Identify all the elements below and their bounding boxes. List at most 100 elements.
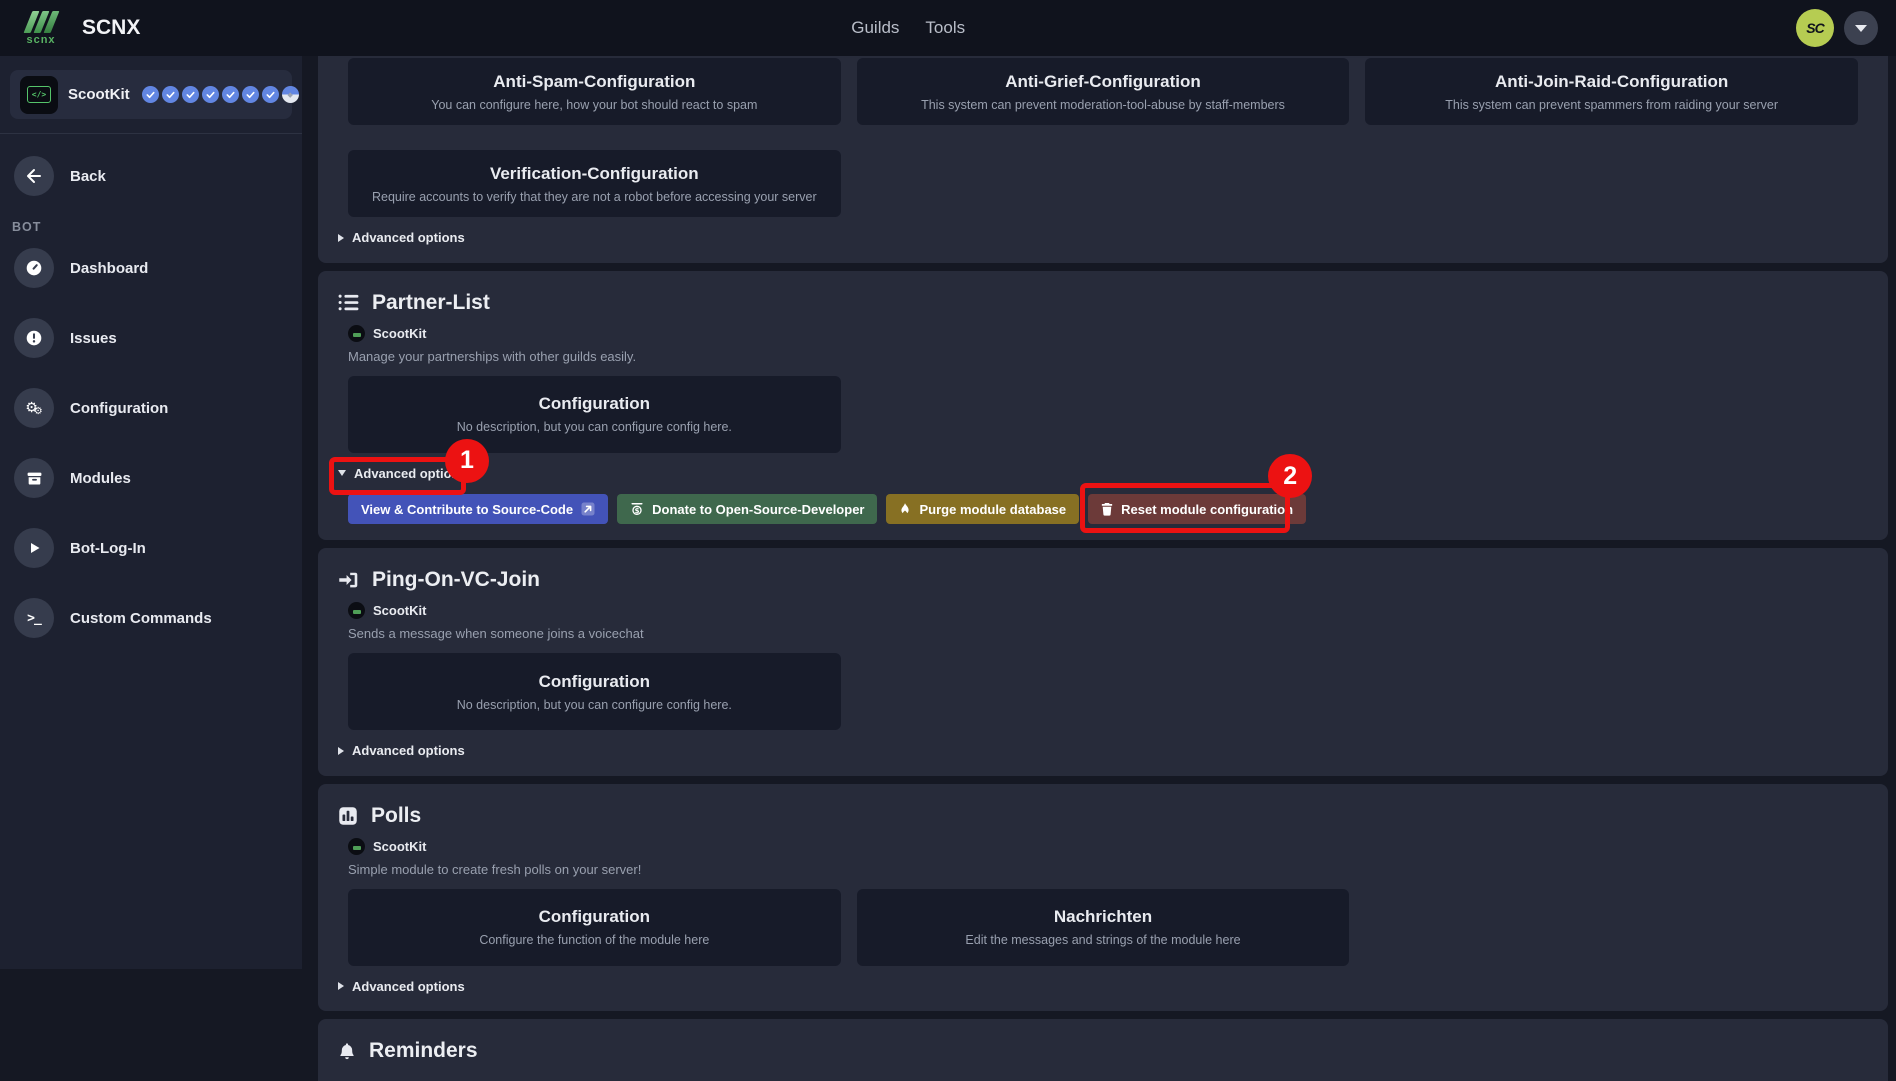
sidebar-section-label: BOT <box>12 220 294 234</box>
card-title: Verification-Configuration <box>364 164 825 184</box>
advanced-options-label: Advanced options <box>352 743 465 758</box>
bell-icon <box>338 1041 356 1061</box>
section-header: Ping-On-VC-Join <box>338 568 1868 592</box>
list-icon <box>338 293 359 312</box>
module-card-configuration[interactable]: Configuration Configure the function of … <box>348 889 841 966</box>
module-description: Sends a message when someone joins a voi… <box>348 626 1868 641</box>
card-title: Nachrichten <box>873 907 1334 927</box>
section-header: Reminders <box>338 1039 1868 1063</box>
verified-badge-icon <box>162 86 179 103</box>
advanced-options-toggle[interactable]: Advanced options <box>338 230 465 245</box>
box-archive-icon <box>14 458 54 498</box>
card-desc: Require accounts to verify that they are… <box>364 190 825 204</box>
card-desc: You can configure here, how your bot sho… <box>364 98 825 112</box>
sidebar-item-label: Modules <box>70 470 131 487</box>
scnx-logo-icon: scnx <box>18 8 64 48</box>
nav-links: Guilds Tools <box>851 18 1085 38</box>
main-content: Anti-Spam-Configuration You can configur… <box>318 56 1888 1081</box>
sidebar-item-configuration[interactable]: ⚙⚙ Configuration <box>8 380 294 436</box>
module-description: Manage your partnerships with other guil… <box>348 349 1868 364</box>
card-title: Configuration <box>364 394 825 414</box>
card-desc: Configure the function of the module her… <box>364 933 825 947</box>
card-title: Configuration <box>364 672 825 692</box>
module-card-verification[interactable]: Verification-Configuration Require accou… <box>348 150 841 217</box>
module-panel-polls: Polls ScootKit Simple module to create f… <box>318 784 1888 1012</box>
brand-title: SCNX <box>82 16 140 40</box>
card-desc: This system can prevent spammers from ra… <box>1381 98 1842 112</box>
back-label: Back <box>70 168 106 185</box>
card-desc: Edit the messages and strings of the mod… <box>873 933 1334 947</box>
sidebar-divider <box>0 133 302 134</box>
verified-badge-icon <box>262 86 279 103</box>
card-title: Configuration <box>364 907 825 927</box>
purge-database-button[interactable]: Purge module database <box>886 494 1079 524</box>
card-desc: No description, but you can configure co… <box>364 698 825 712</box>
exclamation-circle-icon <box>14 318 54 358</box>
card-title: Anti-Join-Raid-Configuration <box>1381 72 1842 92</box>
user-avatar[interactable]: SC <box>1796 9 1834 47</box>
donate-icon: $ <box>630 502 644 516</box>
module-card-anti-spam[interactable]: Anti-Spam-Configuration You can configur… <box>348 58 841 125</box>
caret-right-icon <box>338 234 344 242</box>
scootkit-avatar <box>348 838 365 855</box>
module-card-configuration[interactable]: Configuration No description, but you ca… <box>348 376 841 453</box>
sign-in-icon <box>338 571 359 589</box>
guild-card[interactable]: </> ScootKit ◆ <box>10 70 292 119</box>
nav-right: SC <box>1796 9 1878 47</box>
sidebar: </> ScootKit ◆ Back BOT Dashboard Issues <box>0 56 302 969</box>
sidebar-item-modules[interactable]: Modules <box>8 450 294 506</box>
user-menu-button[interactable] <box>1844 11 1878 45</box>
author-name: ScootKit <box>373 326 426 341</box>
brand[interactable]: scnx SCNX <box>18 8 140 48</box>
sidebar-item-bot-log-in[interactable]: Bot-Log-In <box>8 520 294 576</box>
guild-icon: </> <box>20 76 58 114</box>
advanced-options-toggle[interactable]: Advanced options <box>338 743 465 758</box>
reset-annotation-wrapper: 2 Reset module configuration <box>1088 494 1306 524</box>
section-title: Polls <box>371 804 421 828</box>
verified-badge-icon <box>142 86 159 103</box>
module-panel-reminders: Reminders <box>318 1019 1888 1081</box>
advanced-options-toggle-expanded[interactable]: 1 Advanced options <box>338 466 467 481</box>
sidebar-item-label: Dashboard <box>70 260 148 277</box>
card-title: Anti-Grief-Configuration <box>873 72 1334 92</box>
verified-badge-icon <box>202 86 219 103</box>
section-header: Polls <box>338 804 1868 828</box>
button-label: Purge module database <box>919 502 1066 517</box>
annotation-circle-2: 2 <box>1268 454 1312 498</box>
card-desc: No description, but you can configure co… <box>364 420 825 434</box>
button-label: Donate to Open-Source-Developer <box>652 502 864 517</box>
advanced-options-toggle[interactable]: Advanced options <box>338 979 465 994</box>
gauge-icon <box>14 248 54 288</box>
sidebar-item-custom-commands[interactable]: >_ Custom Commands <box>8 590 294 646</box>
back-button[interactable]: Back <box>8 148 294 204</box>
sidebar-item-dashboard[interactable]: Dashboard <box>8 240 294 296</box>
guild-name: ScootKit <box>68 86 130 103</box>
source-code-button[interactable]: View & Contribute to Source-Code <box>348 494 608 524</box>
sidebar-item-label: Issues <box>70 330 117 347</box>
caret-right-icon <box>338 747 344 755</box>
card-desc: This system can prevent moderation-tool-… <box>873 98 1334 112</box>
sidebar-item-label: Configuration <box>70 400 168 417</box>
reset-configuration-button[interactable]: Reset module configuration <box>1088 494 1306 524</box>
module-card-anti-join-raid[interactable]: Anti-Join-Raid-Configuration This system… <box>1365 58 1858 125</box>
section-header: Partner-List <box>338 291 1868 315</box>
gears-icon: ⚙⚙ <box>14 388 54 428</box>
nav-link-guilds[interactable]: Guilds <box>851 18 899 38</box>
author-name: ScootKit <box>373 839 426 854</box>
chevron-down-icon <box>1855 25 1867 32</box>
module-card-configuration[interactable]: Configuration No description, but you ca… <box>348 653 841 730</box>
donate-button[interactable]: $ Donate to Open-Source-Developer <box>617 494 877 524</box>
module-card-nachrichten[interactable]: Nachrichten Edit the messages and string… <box>857 889 1350 966</box>
sidebar-item-issues[interactable]: Issues <box>8 310 294 366</box>
module-card-anti-grief[interactable]: Anti-Grief-Configuration This system can… <box>857 58 1350 125</box>
guild-badges: ◆ <box>142 86 299 103</box>
scootkit-avatar <box>348 325 365 342</box>
advanced-options-label: Advanced options <box>352 979 465 994</box>
poll-icon <box>338 806 358 826</box>
module-description: Simple module to create fresh polls on y… <box>348 862 1868 877</box>
nav-link-tools[interactable]: Tools <box>925 18 965 38</box>
caret-right-icon <box>338 982 344 990</box>
fire-icon <box>899 502 911 517</box>
section-title: Ping-On-VC-Join <box>372 568 540 592</box>
arrow-left-icon <box>14 156 54 196</box>
